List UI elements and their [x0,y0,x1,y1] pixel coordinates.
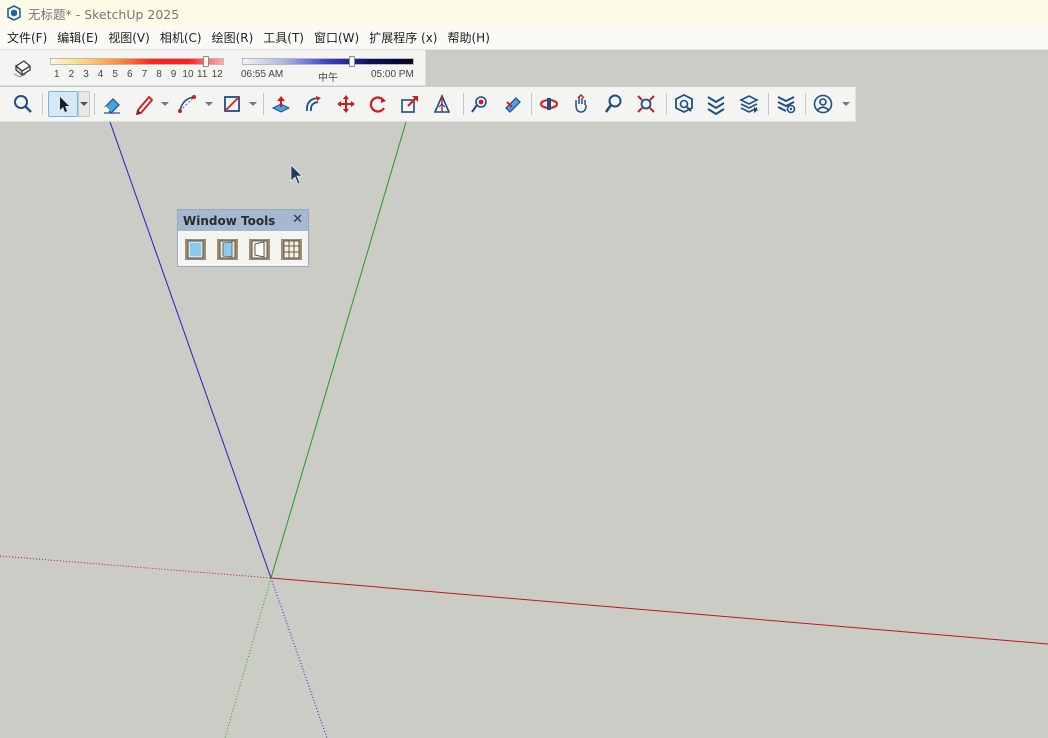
month-slider-thumb[interactable] [203,56,209,67]
menu-window[interactable]: 窗口(W) [309,27,364,49]
window-tool-1-icon[interactable] [184,238,207,261]
month-tick-label: 6 [127,69,133,80]
rectangle-dropdown-icon[interactable] [249,102,257,106]
sketchup-logo-icon [6,5,22,21]
pencil-dropdown-icon[interactable] [161,102,169,106]
green-axis-dotted-line [224,577,272,738]
close-icon[interactable]: ✕ [292,212,303,227]
toolbar-separator [463,93,464,115]
zoom-extents-icon[interactable] [633,91,659,117]
pencil-icon[interactable] [131,91,157,117]
toolbar-separator [531,93,532,115]
select-icon[interactable] [48,91,78,117]
toolbar-separator [42,93,43,115]
month-tick-label: 11 [197,69,208,80]
offset-icon[interactable] [300,91,326,117]
window-tools-palette[interactable]: Window Tools ✕ [177,209,309,267]
time-slider-thumb[interactable] [349,56,356,67]
palette-header[interactable]: Window Tools ✕ [178,210,308,231]
scale-icon[interactable] [397,91,423,117]
time-noon-label: 中午 [318,73,338,84]
month-tick-label: 4 [97,69,104,80]
arc-icon[interactable] [174,91,200,117]
time-slider-track[interactable] [242,58,414,65]
search-icon[interactable] [10,91,36,117]
month-tick-label: 10 [182,69,194,80]
menu-help[interactable]: 帮助(H) [442,27,494,49]
zoom-icon[interactable] [601,91,627,117]
palette-title: Window Tools [183,213,276,228]
mouse-cursor-icon [290,164,303,185]
month-tick-label: 12 [211,69,223,80]
month-tick-label: 2 [68,69,75,80]
window-tool-3-icon[interactable] [248,238,271,261]
menu-draw[interactable]: 绘图(R) [207,27,259,49]
window-tool-2-icon[interactable] [216,238,239,261]
red-axis-dotted-line [0,555,272,579]
eraser-icon[interactable] [99,91,125,117]
blue-axis-dotted-line [270,577,328,738]
menu-view[interactable]: 视图(V) [103,27,155,49]
warehouse-icon[interactable] [671,91,697,117]
arc-dropdown-icon[interactable] [205,102,213,106]
paint-bucket-icon[interactable] [467,91,493,117]
toolbar-separator [768,93,769,115]
menu-tools[interactable]: 工具(T) [258,27,309,49]
menu-file[interactable]: 文件(F) [2,27,52,49]
menu-extensions[interactable]: 扩展程序 (x) [364,27,442,49]
time-start-label: 06:55 AM [241,69,284,80]
rotate-icon[interactable] [365,91,391,117]
red-axis-line [270,577,1048,645]
month-tick-label: 9 [170,69,177,80]
month-tick-label: 5 [112,69,118,80]
month-tick-label: 3 [83,69,89,80]
model-viewport[interactable] [0,122,1048,738]
rectangle-icon[interactable] [219,91,245,117]
select-dropdown-icon[interactable] [78,91,90,117]
extension-manager-icon[interactable] [773,91,799,117]
time-end-label: 05:00 PM [371,69,414,80]
pan-icon[interactable] [568,91,594,117]
toolbar-separator [666,93,667,115]
main-toolbar [0,87,856,122]
title-bar: 无标题* - SketchUp 2025 [0,0,1048,26]
profile-dropdown-icon[interactable] [842,102,850,106]
menu-edit[interactable]: 编辑(E) [52,27,103,49]
month-slider-track[interactable] [50,58,224,65]
month-tick-label: 8 [156,69,162,80]
layer-icon[interactable] [736,91,762,117]
orbit-icon[interactable] [499,91,525,117]
menu-bar: 文件(F) 编辑(E) 视图(V) 相机(C) 绘图(R) 工具(T) 窗口(W… [0,26,1048,50]
move-icon[interactable] [333,91,359,117]
month-tick-label: 1 [54,69,60,80]
window-tool-4-icon[interactable] [280,238,303,261]
shadows-toolbar: 1 2 3 4 5 6 7 8 9 10 11 12 06:55 AM 中午 05:00 PM [0,50,426,86]
orbit-camera-icon[interactable] [536,91,562,117]
green-axis-line [270,122,407,579]
toolbar-separator [94,93,95,115]
profile-icon[interactable] [810,91,836,117]
shadow-toggle-icon[interactable] [12,57,34,79]
blue-axis-line [109,122,272,579]
month-tick-label: 7 [141,69,148,80]
tape-measure-icon[interactable] [429,91,455,117]
menu-camera[interactable]: 相机(C) [155,27,207,49]
push-pull-icon[interactable] [268,91,294,117]
axes-canvas [0,122,1048,738]
window-title: 无标题* - SketchUp 2025 [28,6,180,22]
toolbar-separator [263,93,264,115]
extension-warehouse-icon[interactable] [703,91,729,117]
toolbar-separator [805,93,806,115]
